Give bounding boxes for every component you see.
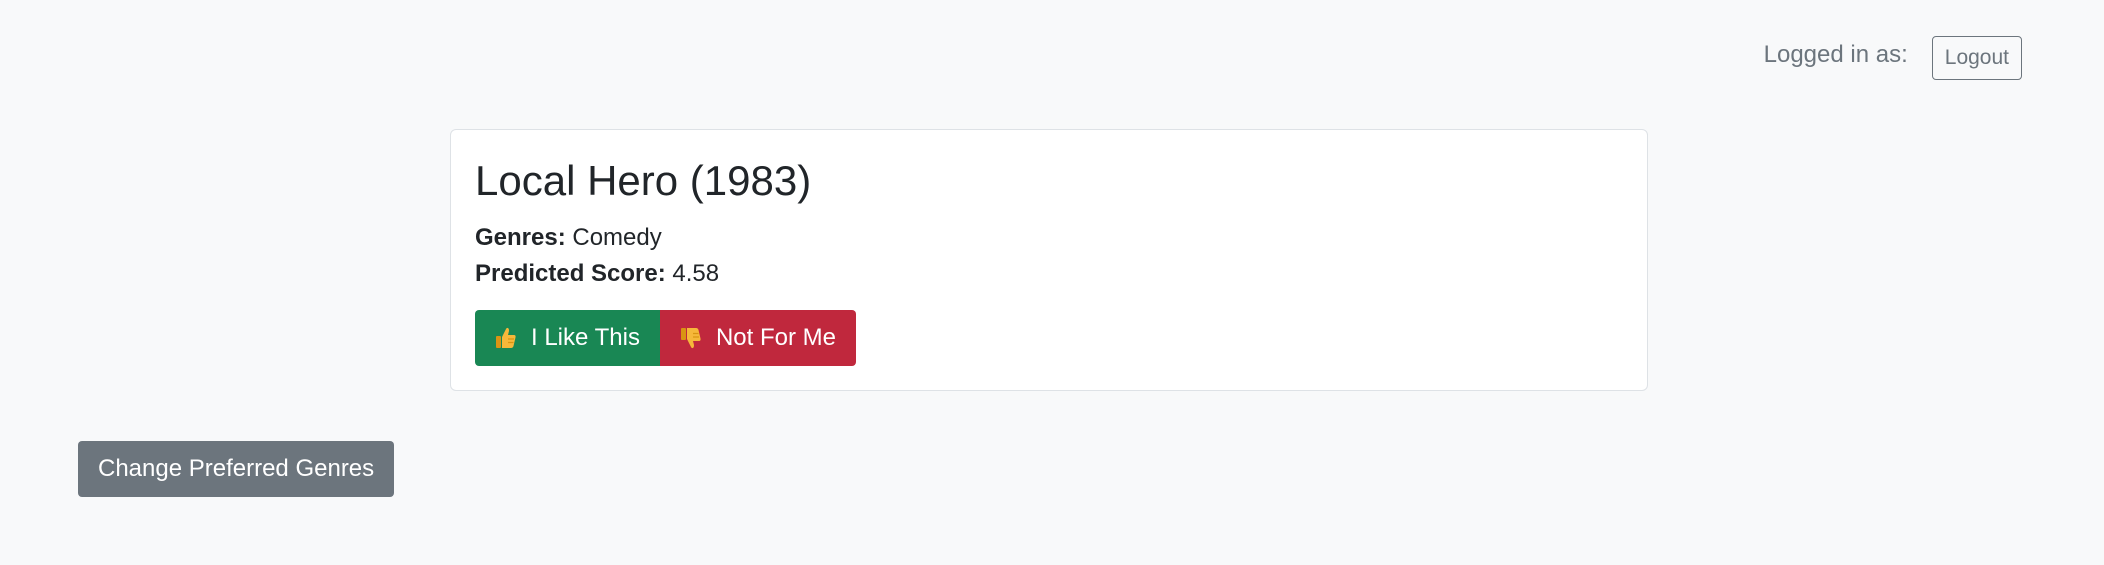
thumbs-down-icon [680,326,702,350]
logout-button[interactable]: Logout [1931,36,2022,80]
score-line: Predicted Score: 4.58 [475,256,1623,292]
rating-button-group: I Like This Not For Me [475,310,1623,367]
movie-card: Local Hero (1983) Genres: Comedy Predict… [450,129,1648,391]
logged-in-label: Logged in as: [1763,41,1908,68]
movie-title: Local Hero (1983) [475,157,812,204]
change-preferred-genres-button[interactable]: Change Preferred Genres [78,441,395,497]
dislike-button[interactable]: Not For Me [659,310,856,367]
score-label: Predicted Score: [475,260,666,288]
genres-value: Comedy [572,224,662,252]
like-button[interactable]: I Like This [475,310,660,367]
user-bar: Logged in as: Logout [1764,36,2022,80]
genres-line: Genres: Comedy [475,220,1623,256]
thumbs-up-icon [495,326,517,350]
dislike-label: Not For Me [715,324,836,352]
genres-label: Genres: [475,224,566,252]
score-value: 4.58 [672,260,720,288]
like-label: I Like This [531,324,640,352]
